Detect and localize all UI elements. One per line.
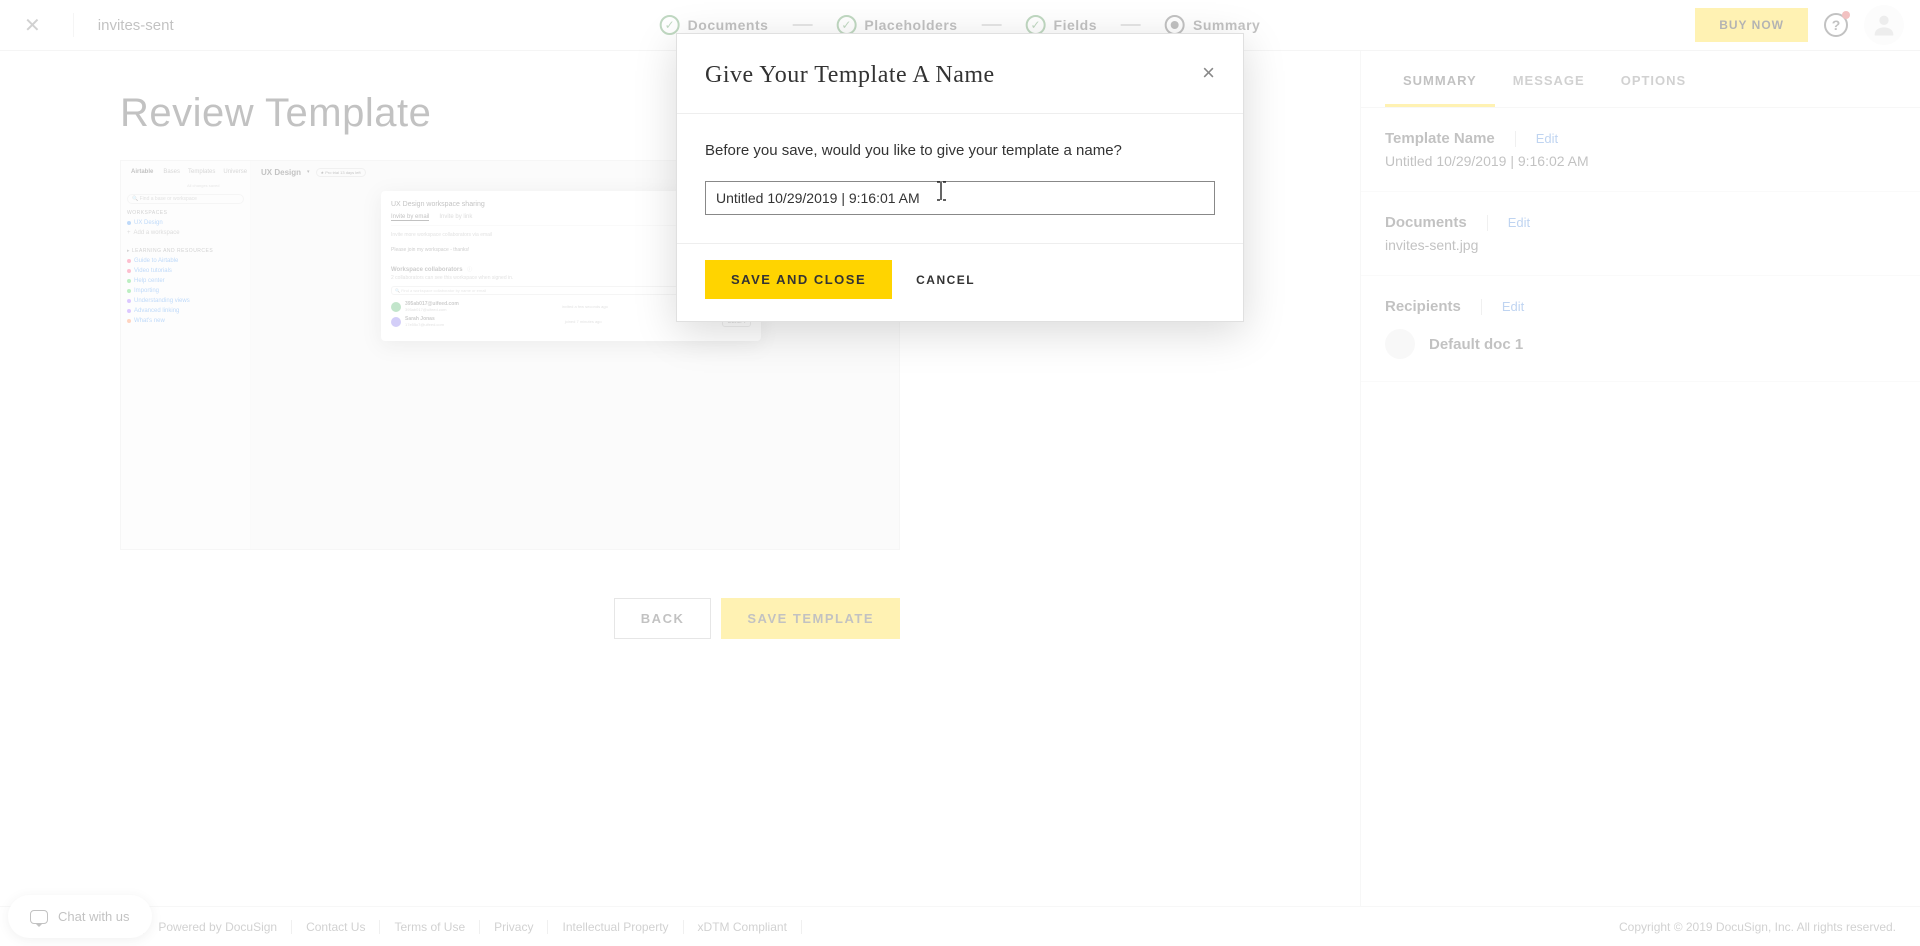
template-name-input[interactable]	[705, 181, 1215, 215]
close-icon[interactable]: ×	[1202, 62, 1215, 84]
modal-title: Give Your Template A Name	[705, 62, 995, 89]
modal-body: Before you save, would you like to give …	[677, 114, 1243, 243]
modal-overlay[interactable]: Give Your Template A Name × Before you s…	[0, 0, 1920, 946]
cancel-button[interactable]: CANCEL	[906, 260, 985, 299]
name-template-modal: Give Your Template A Name × Before you s…	[676, 33, 1244, 322]
modal-prompt: Before you save, would you like to give …	[705, 142, 1215, 159]
modal-header: Give Your Template A Name ×	[677, 34, 1243, 114]
modal-footer: SAVE AND CLOSE CANCEL	[677, 243, 1243, 321]
save-and-close-button[interactable]: SAVE AND CLOSE	[705, 260, 892, 299]
